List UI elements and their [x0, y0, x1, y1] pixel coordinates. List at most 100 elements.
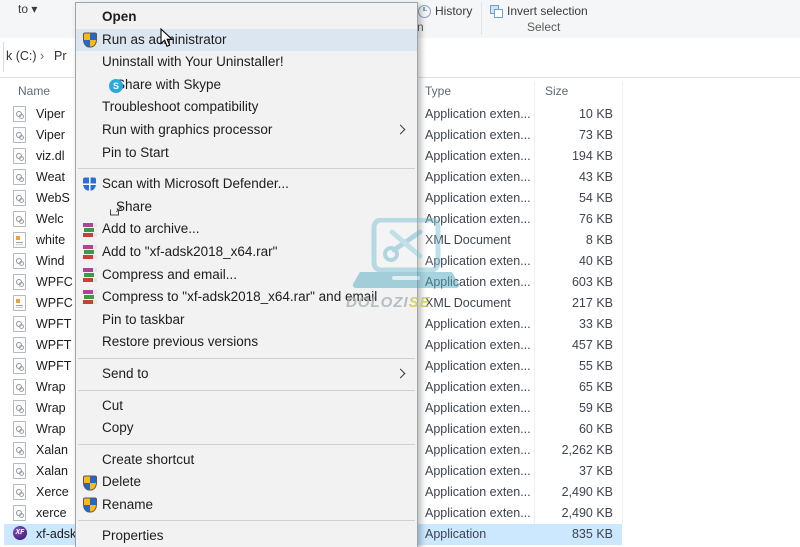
file-size: 457 KB — [571, 338, 613, 352]
menu-item-run-as-administrator[interactable]: Run as administrator — [76, 28, 417, 52]
winrar-icon — [83, 245, 98, 260]
menu-separator — [78, 357, 415, 359]
menu-item-label: Properties — [102, 528, 164, 544]
dll-file-icon — [13, 211, 26, 227]
dll-file-icon — [13, 274, 26, 290]
menu-item-pin-to-taskbar[interactable]: Pin to taskbar — [76, 309, 417, 332]
menu-item-label: Uninstall with Your Uninstaller! — [102, 54, 284, 70]
menu-item-label: Run as administrator — [102, 31, 227, 47]
menu-item-share-with-skype[interactable]: Share with Skype — [76, 74, 417, 97]
file-name: Wind — [36, 254, 65, 268]
dll-file-icon — [13, 148, 26, 164]
file-name: Wrap — [36, 401, 66, 415]
file-size: 40 KB — [578, 254, 613, 268]
file-name: WPFT — [36, 317, 72, 331]
dll-file-icon — [13, 106, 26, 122]
dll-file-icon — [13, 463, 26, 479]
menu-item-label: Restore previous versions — [102, 334, 259, 350]
file-type: Application exten... — [425, 128, 531, 142]
file-name: WebS — [36, 191, 70, 205]
file-type: Application exten... — [425, 191, 531, 205]
dll-file-icon — [13, 484, 26, 500]
breadcrumb-segment[interactable]: k (C:) — [6, 49, 37, 63]
share-icon — [109, 200, 123, 222]
file-type: Application — [425, 527, 487, 541]
menu-item-label: Share with Skype — [116, 76, 222, 92]
menu-item-delete[interactable]: Delete — [76, 471, 417, 494]
file-size: 835 KB — [571, 527, 613, 541]
file-size: 2,490 KB — [561, 485, 613, 499]
file-name: Xalan — [36, 443, 68, 457]
menu-item-share[interactable]: Share — [76, 196, 417, 222]
menu-item-uninstall-with-your-uninstaller[interactable]: Uninstall with Your Uninstaller! — [76, 51, 417, 74]
column-header-size[interactable]: Size — [545, 84, 568, 98]
file-size: 55 KB — [578, 359, 613, 373]
menu-item-compress-and-email[interactable]: Compress and email... — [76, 264, 417, 287]
defender-icon — [83, 177, 96, 191]
menu-item-pin-to-start[interactable]: Pin to Start — [76, 142, 417, 165]
file-name: WPFT — [36, 338, 72, 352]
file-name: WPFC — [36, 275, 73, 289]
ribbon-group-divider — [481, 2, 482, 35]
file-size: 65 KB — [578, 380, 613, 394]
menu-item-copy[interactable]: Copy — [76, 417, 417, 440]
file-size: 54 KB — [578, 191, 613, 205]
history-button[interactable]: History — [418, 4, 472, 18]
menu-item-properties[interactable]: Properties — [76, 525, 417, 547]
file-size: 60 KB — [578, 422, 613, 436]
address-bar-divider — [3, 42, 4, 72]
file-type: Application exten... — [425, 422, 531, 436]
menu-item-troubleshoot-compatibility[interactable]: Troubleshoot compatibility — [76, 96, 417, 119]
dll-file-icon — [13, 316, 26, 332]
file-type: Application exten... — [425, 275, 531, 289]
dll-file-icon — [13, 400, 26, 416]
menu-item-label: Delete — [102, 474, 142, 490]
invert-selection-button[interactable]: Invert selection — [490, 4, 588, 18]
menu-separator — [78, 168, 415, 170]
menu-item-cut[interactable]: Cut — [76, 395, 417, 418]
menu-item-scan-with-microsoft-defender[interactable]: Scan with Microsoft Defender... — [76, 173, 417, 196]
menu-item-label: Add to archive... — [102, 221, 200, 237]
open-group-label-fragment: n — [417, 20, 424, 34]
menu-item-open[interactable]: Open — [76, 6, 417, 29]
file-size: 603 KB — [571, 275, 613, 289]
file-name: Welc — [36, 212, 64, 226]
file-size: 33 KB — [578, 317, 613, 331]
file-type: Application exten... — [425, 506, 531, 520]
menu-item-run-with-graphics-processor[interactable]: Run with graphics processor — [76, 119, 417, 142]
menu-item-add-to-xf-adsk2018-x64-rar[interactable]: Add to "xf-adsk2018_x64.rar" — [76, 241, 417, 264]
menu-item-label: Troubleshoot compatibility — [102, 99, 259, 115]
file-name: Viper — [36, 107, 65, 121]
file-type: Application exten... — [425, 338, 531, 352]
submenu-chevron-icon — [395, 124, 406, 135]
winrar-icon — [83, 222, 98, 237]
column-header-type[interactable]: Type — [425, 84, 451, 98]
menu-item-label: Add to "xf-adsk2018_x64.rar" — [102, 243, 278, 259]
menu-item-send-to[interactable]: Send to — [76, 363, 417, 386]
menu-item-rename[interactable]: Rename — [76, 494, 417, 517]
menu-item-label: Cut — [102, 397, 124, 413]
dll-file-icon — [13, 169, 26, 185]
breadcrumb-segment[interactable]: Pr — [54, 49, 67, 63]
column-header-name[interactable]: Name — [18, 84, 50, 98]
select-group-label: Select — [527, 20, 561, 34]
menu-item-create-shortcut[interactable]: Create shortcut — [76, 449, 417, 472]
menu-item-compress-to-xf-adsk2018-x64-rar-and-email[interactable]: Compress to "xf-adsk2018_x64.rar" and em… — [76, 286, 417, 309]
menu-item-restore-previous-versions[interactable]: Restore previous versions — [76, 331, 417, 354]
file-type: Application exten... — [425, 107, 531, 121]
file-size: 37 KB — [578, 464, 613, 478]
file-name: white — [36, 233, 66, 247]
history-label: History — [435, 4, 473, 18]
menu-item-add-to-archive[interactable]: Add to archive... — [76, 218, 417, 241]
file-name: viz.dl — [36, 149, 65, 163]
file-size: 73 KB — [578, 128, 613, 142]
copy-to-button-fragment[interactable]: to ▾ — [18, 2, 37, 16]
dll-file-icon — [13, 379, 26, 395]
menu-item-label: Compress to "xf-adsk2018_x64.rar" and em… — [102, 289, 378, 305]
file-type: Application exten... — [425, 359, 531, 373]
file-type: Application exten... — [425, 485, 531, 499]
winrar-icon — [83, 267, 98, 282]
invert-selection-icon — [490, 4, 503, 18]
file-type: Application exten... — [425, 212, 531, 226]
menu-separator — [78, 389, 415, 391]
